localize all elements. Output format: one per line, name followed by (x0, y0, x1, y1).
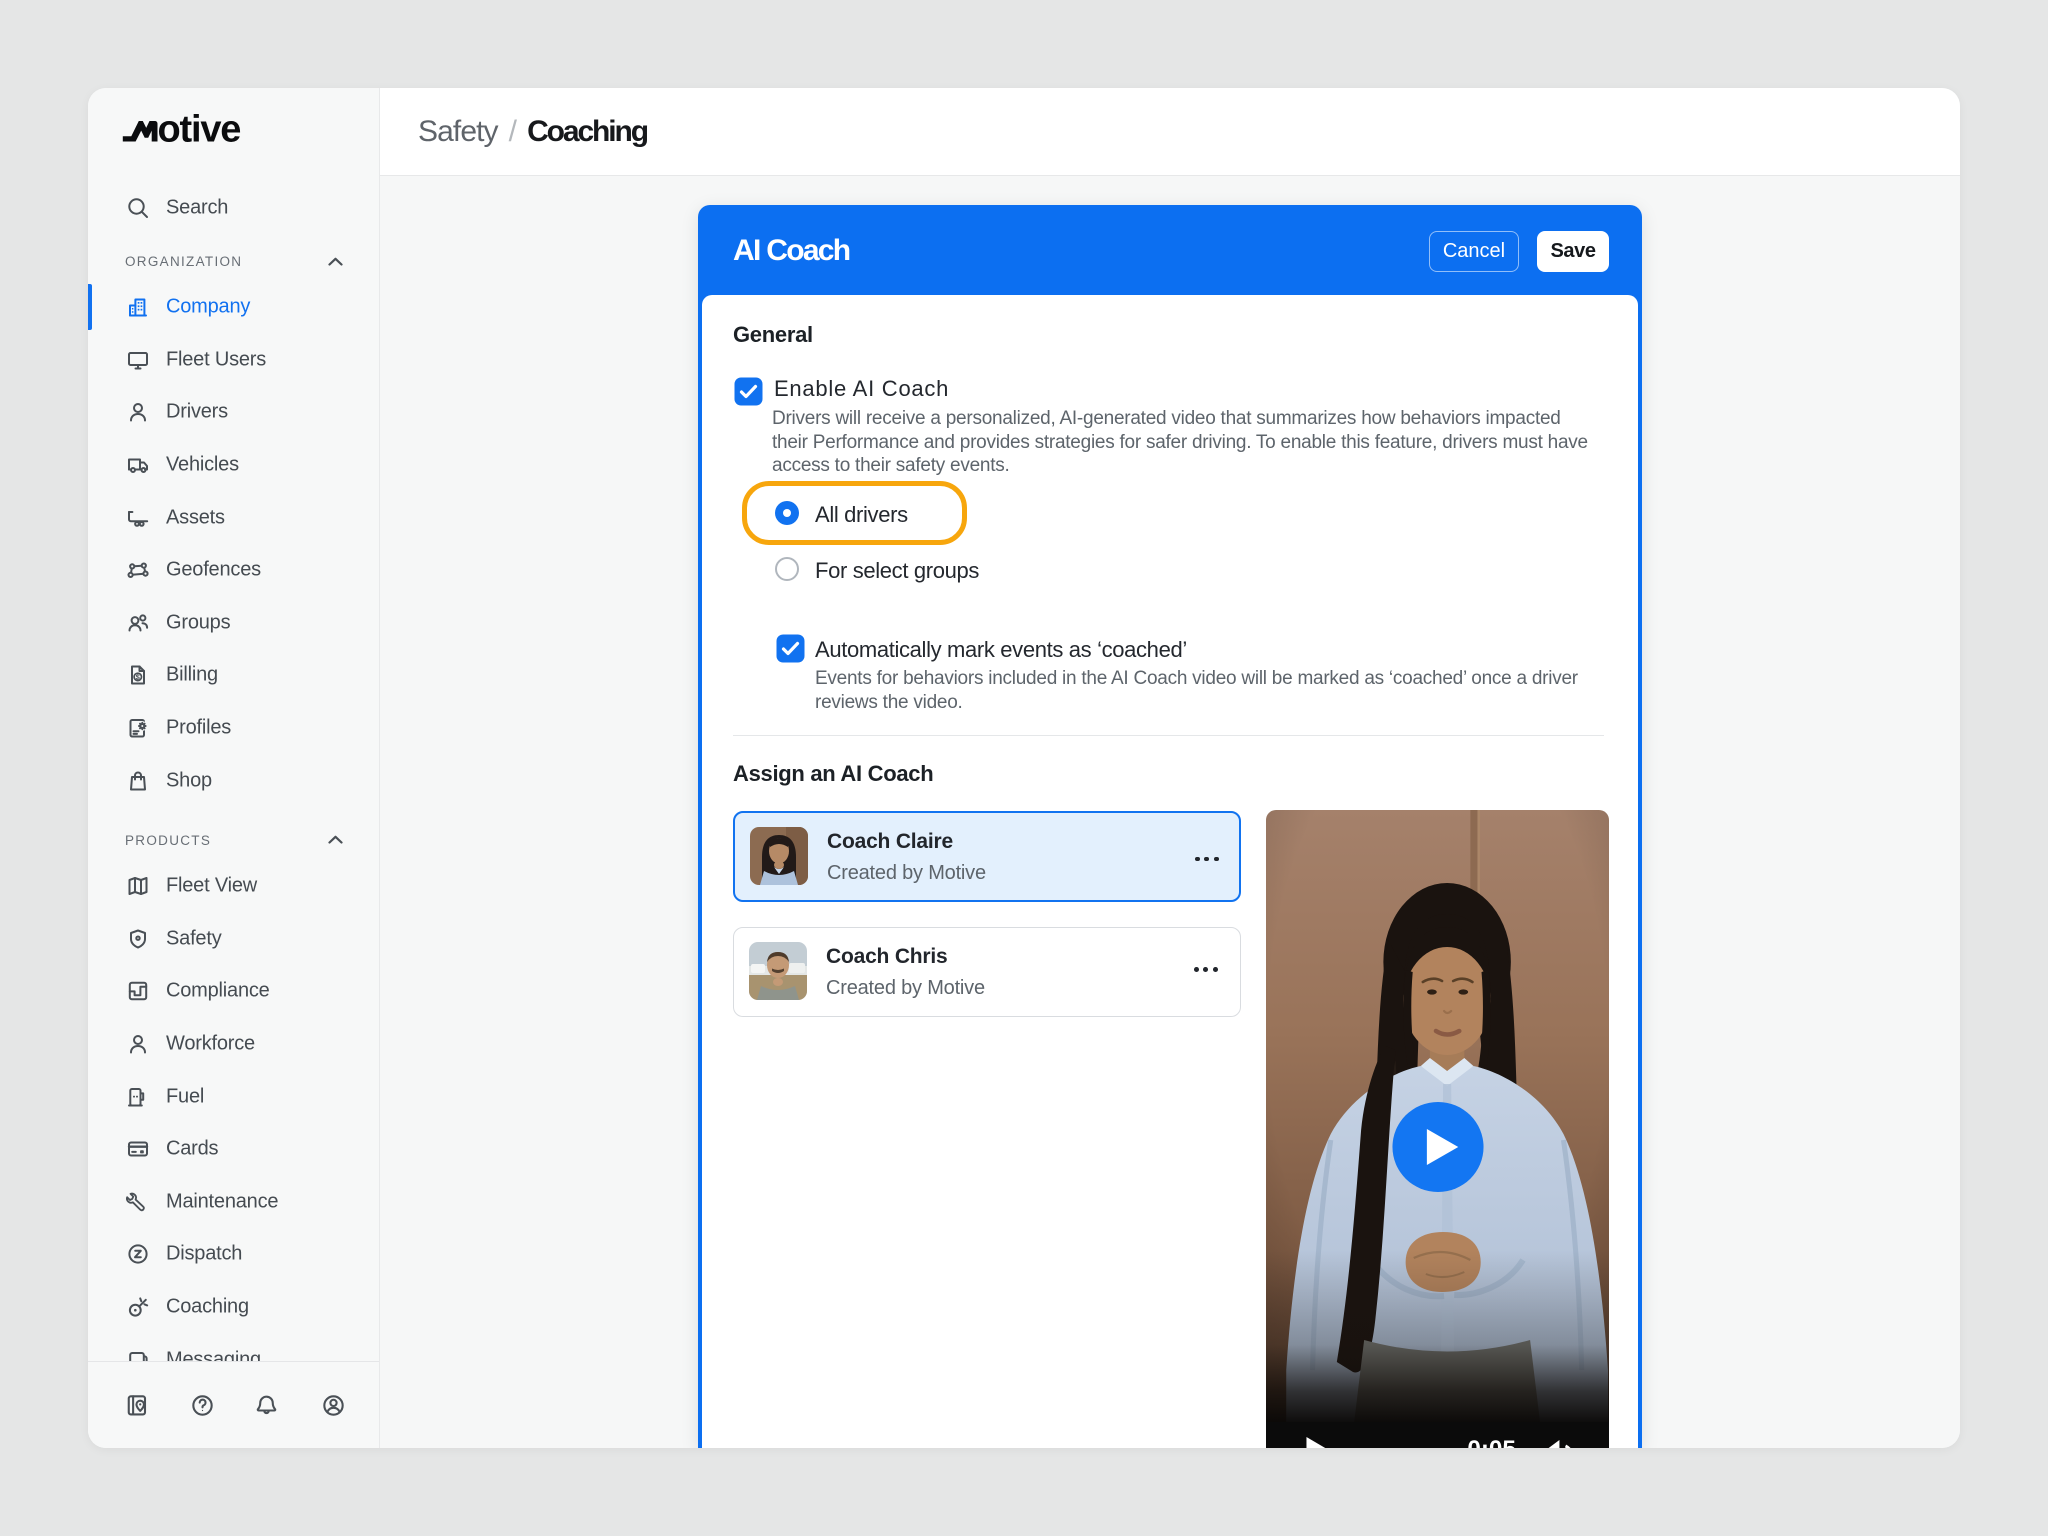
svg-text:$: $ (136, 672, 140, 681)
svg-text:0:05: 0:05 (1467, 1436, 1516, 1448)
svg-text:otive: otive (158, 113, 241, 147)
